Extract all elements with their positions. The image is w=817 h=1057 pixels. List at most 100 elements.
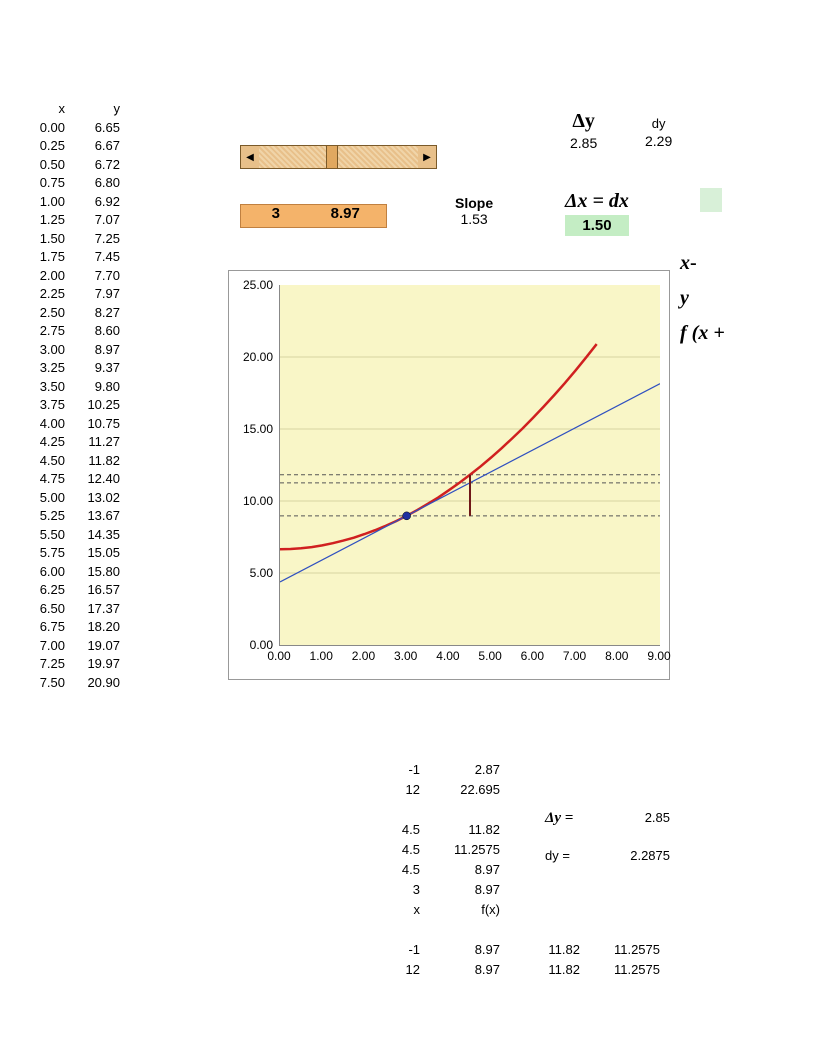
x-tick-label: 6.00 (521, 649, 544, 663)
cell-x: 2.75 (25, 322, 65, 341)
aux-row: -12.87 (350, 760, 670, 780)
aux-delta-y-label: Δy = (545, 808, 600, 828)
slider-right-button[interactable]: ▶ (418, 146, 436, 168)
cell-x: 3.75 (25, 396, 65, 415)
table-row: 6.0015.80 (25, 563, 120, 582)
cell-x: 1.75 (25, 248, 65, 267)
aux-row: 128.9711.8211.2575 (350, 960, 670, 980)
aux-row: xf(x) (350, 900, 670, 920)
table-row: 4.5011.82 (25, 452, 120, 471)
x-tick-label: 9.00 (647, 649, 670, 663)
aux-cell: 8.97 (430, 860, 510, 880)
aux-cell: 11.82 (510, 940, 590, 960)
cell-y: 10.75 (65, 415, 120, 434)
cell-y: 14.35 (65, 526, 120, 545)
delta-y-block: Δy 2.85 (570, 110, 597, 151)
aux-cell: 3 (350, 880, 430, 900)
delta-x-value[interactable]: 1.50 (565, 215, 629, 236)
dy-block: dy 2.29 (645, 116, 672, 149)
cell-x: 5.75 (25, 544, 65, 563)
x-tick-label: 0.00 (267, 649, 290, 663)
cell-x: 4.25 (25, 433, 65, 452)
slider-track[interactable] (259, 146, 418, 168)
cell-y: 12.40 (65, 470, 120, 489)
xy-value-box: 3 8.97 (240, 204, 387, 228)
table-row: 0.756.80 (25, 174, 120, 193)
cell-y: 15.05 (65, 544, 120, 563)
cell-y: 13.67 (65, 507, 120, 526)
cell-x: 7.25 (25, 655, 65, 674)
col-header-y: y (65, 100, 120, 119)
cell-y: 6.80 (65, 174, 120, 193)
x-tick-label: 2.00 (352, 649, 375, 663)
aux-cell: f(x) (430, 900, 510, 920)
cell-y: 6.72 (65, 156, 120, 175)
table-row: 7.5020.90 (25, 674, 120, 693)
slope-label: Slope (455, 195, 493, 211)
x-tick-label: 5.00 (478, 649, 501, 663)
aux-cell: -1 (350, 760, 430, 780)
cell-y: 7.70 (65, 267, 120, 286)
table-row: 4.0010.75 (25, 415, 120, 434)
cell-x: 4.00 (25, 415, 65, 434)
slider-left-button[interactable]: ◀ (241, 146, 259, 168)
cell-y: 19.97 (65, 655, 120, 674)
aux-cell: 8.97 (430, 960, 510, 980)
table-row: 0.256.67 (25, 137, 120, 156)
cell-y: 8.60 (65, 322, 120, 341)
cell-y: 6.67 (65, 137, 120, 156)
cell-x: 3.00 (25, 341, 65, 360)
delta-x-symbol: Δx = dx (565, 190, 629, 213)
table-row: 0.506.72 (25, 156, 120, 175)
cell-x: 6.25 (25, 581, 65, 600)
aux-cell: 11.82 (430, 820, 510, 840)
col-header-x: x (25, 100, 65, 119)
aux-cell: 4.5 (350, 840, 430, 860)
x-tick-label: 4.00 (436, 649, 459, 663)
cell-y: 7.25 (65, 230, 120, 249)
aux-row: 1222.695 (350, 780, 670, 800)
table-row: 3.509.80 (25, 378, 120, 397)
cell-y: 9.80 (65, 378, 120, 397)
cell-x: 2.00 (25, 267, 65, 286)
dy-value: 2.29 (645, 133, 672, 149)
table-row: 6.7518.20 (25, 618, 120, 637)
cell-x: 0.25 (25, 137, 65, 156)
cell-y: 6.65 (65, 119, 120, 138)
table-row: 2.007.70 (25, 267, 120, 286)
cell-y: 8.27 (65, 304, 120, 323)
cell-y: 8.97 (65, 341, 120, 360)
edit-cursor-icon (700, 188, 722, 212)
cell-y: 19.07 (65, 637, 120, 656)
aux-cell: 22.695 (430, 780, 510, 800)
dy-label: dy (645, 116, 672, 131)
cell-x: 7.50 (25, 674, 65, 693)
triangle-left-icon: ◀ (246, 152, 254, 163)
triangle-right-icon: ▶ (423, 152, 431, 163)
cell-x: 7.00 (25, 637, 65, 656)
x-value: 3 (241, 205, 311, 227)
y-axis-ticks: 0.005.0010.0015.0020.0025.00 (229, 285, 277, 645)
aux-row (350, 920, 670, 940)
cell-y: 10.25 (65, 396, 120, 415)
cell-y: 18.20 (65, 618, 120, 637)
table-row: 7.0019.07 (25, 637, 120, 656)
cell-x: 3.25 (25, 359, 65, 378)
x-slider[interactable]: ◀ ▶ (240, 145, 437, 169)
table-row: 4.7512.40 (25, 470, 120, 489)
x-tick-label: 8.00 (605, 649, 628, 663)
slider-thumb[interactable] (326, 146, 338, 168)
table-row: 5.2513.67 (25, 507, 120, 526)
cell-x: 6.00 (25, 563, 65, 582)
y-value: 8.97 (311, 205, 387, 227)
cell-y: 6.92 (65, 193, 120, 212)
aux-cell: 11.2575 (590, 940, 670, 960)
aux-cell: 12 (350, 960, 430, 980)
aux-dy-value: 2.2875 (600, 846, 670, 866)
delta-x-block: Δx = dx 1.50 (565, 190, 629, 236)
cell-x: 4.75 (25, 470, 65, 489)
y-tick-label: 10.00 (243, 494, 273, 508)
table-row: 6.2516.57 (25, 581, 120, 600)
table-row: 2.758.60 (25, 322, 120, 341)
cell-x: 5.00 (25, 489, 65, 508)
